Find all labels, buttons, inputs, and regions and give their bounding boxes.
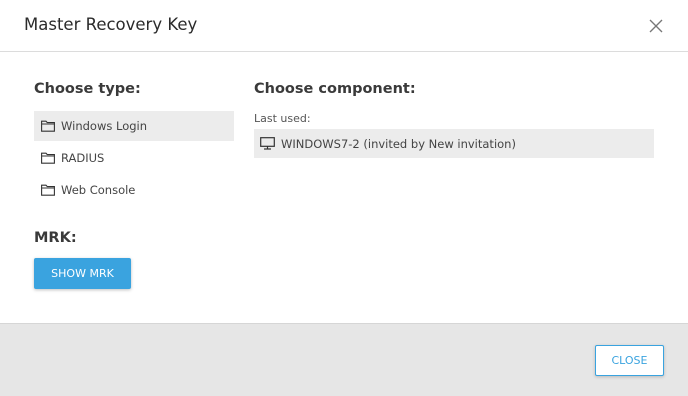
close-button[interactable]: CLOSE <box>595 345 664 376</box>
folder-icon <box>41 152 55 164</box>
type-list: Windows Login RADIUS Web Console <box>34 111 234 205</box>
choose-type-heading: Choose type: <box>34 81 141 97</box>
component-item[interactable]: WINDOWS7-2 (invited by New invitation) <box>254 129 654 158</box>
dialog-footer: CLOSE <box>0 323 688 396</box>
folder-icon <box>41 184 55 196</box>
type-item-label: RADIUS <box>61 151 105 165</box>
show-mrk-button[interactable]: SHOW MRK <box>34 258 131 289</box>
component-item-label: WINDOWS7-2 (invited by New invitation) <box>281 136 516 151</box>
type-item-label: Windows Login <box>61 119 148 133</box>
folder-icon <box>41 120 55 132</box>
choose-component-heading: Choose component: <box>254 81 416 97</box>
component-column: Choose component: Last used: WINDOWS7-2 … <box>254 78 654 158</box>
type-item-windows-login[interactable]: Windows Login <box>34 111 234 141</box>
last-used-label: Last used: <box>254 112 311 125</box>
type-item-radius[interactable]: RADIUS <box>34 143 234 173</box>
type-column: Choose type: Windows Login RADIUS Web Co… <box>34 78 234 207</box>
dialog-header: Master Recovery Key <box>0 0 688 52</box>
master-recovery-key-dialog: Master Recovery Key Choose type: Windows… <box>0 0 688 396</box>
mrk-heading: MRK: <box>34 230 77 246</box>
type-item-web-console[interactable]: Web Console <box>34 175 234 205</box>
dialog-title: Master Recovery Key <box>24 15 198 34</box>
type-item-label: Web Console <box>61 183 136 197</box>
close-icon[interactable] <box>647 17 665 35</box>
monitor-icon <box>260 137 275 150</box>
